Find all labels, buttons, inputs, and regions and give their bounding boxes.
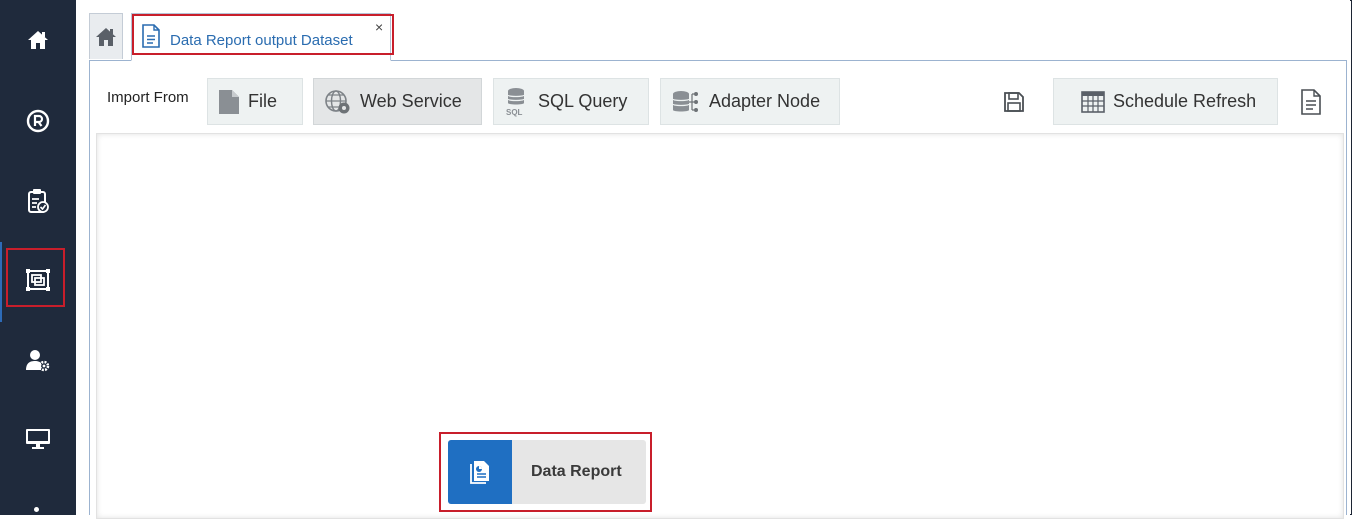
home-icon [96, 27, 116, 46]
calendar-table-icon [1081, 90, 1105, 113]
document-icon [1301, 89, 1321, 115]
file-icon [218, 89, 240, 115]
clipboard-check-icon [28, 189, 49, 213]
left-sidebar [0, 0, 76, 515]
save-icon [1004, 92, 1024, 112]
import-file-button[interactable]: File [207, 78, 303, 125]
properties-button[interactable] [1297, 88, 1325, 116]
database-sql-icon: SQL [504, 87, 530, 117]
import-web-service-button[interactable]: Web Service [313, 78, 482, 125]
sidebar-item-highlight [6, 248, 65, 307]
data-report-node[interactable]: Data Report [448, 440, 646, 504]
dataset-panel: Import From File Web Service SQL SQL Que… [89, 60, 1347, 519]
tab-bar: Data Report output Dataset × [89, 10, 1347, 61]
home-icon [28, 31, 48, 49]
save-button[interactable] [1000, 88, 1028, 116]
sidebar-item-tasks[interactable] [0, 171, 76, 231]
sidebar-item-home[interactable] [0, 10, 76, 70]
sidebar-item-monitor[interactable] [0, 409, 76, 469]
monitor-icon [26, 429, 50, 449]
svg-text:SQL: SQL [506, 108, 523, 117]
schedule-refresh-button[interactable]: Schedule Refresh [1053, 78, 1278, 125]
import-adapter-node-button[interactable]: Adapter Node [660, 78, 840, 125]
registered-icon [26, 109, 50, 133]
main-area: Data Report output Dataset × Import From… [76, 0, 1350, 519]
sidebar-item-user-settings[interactable] [0, 330, 76, 390]
tab-highlight [132, 14, 394, 55]
import-sql-query-button[interactable]: SQL SQL Query [493, 78, 649, 125]
tab-home[interactable] [89, 13, 123, 59]
design-canvas[interactable] [96, 133, 1344, 519]
import-from-label: Import From [107, 89, 189, 106]
globe-gear-icon [324, 89, 352, 115]
database-nodes-icon [671, 90, 701, 114]
report-icon [448, 440, 512, 504]
sidebar-item-registered[interactable] [0, 91, 76, 151]
node-label: Data Report [531, 463, 622, 480]
sidebar-more-indicator [34, 507, 39, 512]
user-settings-icon [26, 350, 50, 372]
